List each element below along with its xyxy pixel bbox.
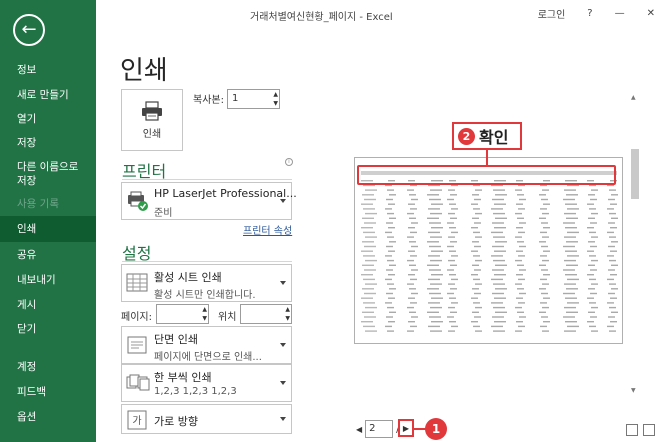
backstage-sidebar: ← 정보 새로 만들기 열기 저장 다른 이름으로 저장 사용 기록 인쇄 공유… [0, 0, 96, 442]
scrollbar-thumb[interactable] [631, 149, 639, 199]
callout-confirm: 2 확인 [452, 122, 522, 150]
zoom-to-page-icon[interactable] [643, 424, 655, 436]
current-page-input[interactable]: 2 [365, 420, 394, 438]
sidebar-item-export[interactable]: 내보내기 [0, 273, 96, 287]
pages-from-input[interactable]: ▲ ▼ [156, 304, 209, 324]
sidebar-item-feedback[interactable]: 피드백 [0, 385, 96, 399]
collate-title: 한 부씩 인쇄 [154, 371, 212, 384]
copies-value: 1 [232, 93, 239, 104]
sidebar-item-close[interactable]: 닫기 [0, 322, 96, 336]
print-scope-dropdown[interactable]: 활성 시트 인쇄 활성 시트만 인쇄합니다. [121, 264, 292, 302]
sidebar-item-save[interactable]: 저장 [0, 136, 96, 150]
printer-status-icon [128, 191, 148, 211]
pages-from-spinner-icon[interactable]: ▲ ▼ [202, 305, 207, 323]
help-icon[interactable]: ? [587, 8, 592, 19]
window-title: 거래처별여신현황_페이지 - Excel [250, 12, 393, 23]
chevron-down-icon [280, 381, 286, 385]
one-sided-icon [127, 336, 147, 354]
header-highlight-box [357, 165, 616, 185]
back-arrow-icon[interactable]: ← [13, 14, 45, 46]
step-2-badge: 2 [458, 127, 475, 145]
callout-text: 확인 [479, 128, 509, 147]
sidebar-item-save-as[interactable]: 다른 이름으로 저장 [0, 160, 90, 188]
titlebar-controls: 로그인 ? — ✕ [538, 6, 655, 21]
sides-title: 단면 인쇄 [154, 333, 198, 346]
divider [122, 261, 292, 262]
preview-page [354, 157, 623, 344]
info-icon[interactable]: i [285, 158, 293, 166]
divider [122, 179, 292, 180]
chevron-down-icon [280, 281, 286, 285]
print-button[interactable]: 인쇄 [121, 89, 183, 151]
sidebar-item-info[interactable]: 정보 [0, 63, 96, 77]
sidebar-item-new[interactable]: 새로 만들기 [0, 88, 96, 102]
pages-to-input[interactable]: ▲ ▼ [240, 304, 292, 324]
show-margins-icon[interactable] [626, 424, 638, 436]
printer-icon [141, 100, 163, 121]
chevron-down-icon [280, 417, 286, 421]
orientation-dropdown[interactable]: 가 가로 방향 [121, 404, 292, 434]
sidebar-item-publish[interactable]: 게시 [0, 298, 96, 312]
preview-scrollbar[interactable]: ▲ ▼ [630, 94, 640, 394]
printer-status: 준비 [154, 208, 173, 219]
collate-dropdown[interactable]: 한 부씩 인쇄 1,2,3 1,2,3 1,2,3 [121, 364, 292, 402]
prev-page-icon[interactable]: ◀ [356, 425, 362, 434]
callout-connector [486, 148, 488, 166]
sidebar-item-share[interactable]: 공유 [0, 248, 96, 262]
pages-label: 페이지: [121, 312, 152, 323]
sides-dropdown[interactable]: 단면 인쇄 페이지에 단면으로 인쇄... [121, 326, 292, 364]
sidebar-item-options[interactable]: 옵션 [0, 410, 96, 424]
printer-properties-link[interactable]: 프린터 속성 [243, 222, 292, 237]
copies-input[interactable]: 1 ▲ ▼ [227, 89, 280, 109]
view-controls [626, 424, 655, 436]
signin-link[interactable]: 로그인 [538, 6, 566, 21]
minimize-icon[interactable]: — [615, 8, 625, 19]
preview-sheet-content [361, 171, 618, 332]
next-page-icon[interactable]: ▶ [398, 419, 414, 437]
svg-text:가: 가 [132, 415, 141, 427]
landscape-icon: 가 [127, 410, 147, 430]
sides-subtitle: 페이지에 단면으로 인쇄... [154, 352, 262, 363]
scroll-up-icon[interactable]: ▲ [631, 94, 636, 101]
pages-to-label: 위치 [218, 312, 237, 323]
sidebar-item-account[interactable]: 계정 [0, 360, 96, 374]
print-scope-subtitle: 활성 시트만 인쇄합니다. [154, 290, 256, 301]
close-icon[interactable]: ✕ [647, 8, 655, 19]
copies-label: 복사본: [193, 95, 224, 106]
scroll-down-icon[interactable]: ▼ [631, 387, 636, 394]
printer-name: HP LaserJet Professional... [154, 187, 297, 200]
sidebar-item-print[interactable]: 인쇄 [0, 216, 96, 242]
collate-icon [126, 374, 150, 391]
sidebar-item-history: 사용 기록 [17, 198, 59, 210]
page-title: 인쇄 [120, 56, 168, 86]
printer-dropdown[interactable]: HP LaserJet Professional... 준비 [121, 182, 297, 220]
sidebar-item-open[interactable]: 열기 [0, 112, 96, 126]
collate-subtitle: 1,2,3 1,2,3 1,2,3 [154, 386, 237, 397]
chevron-down-icon [280, 199, 286, 203]
chevron-down-icon [280, 343, 286, 347]
orientation-title: 가로 방향 [154, 415, 198, 428]
print-button-label: 인쇄 [142, 128, 162, 140]
sheet-grid-icon [126, 273, 148, 292]
copies-spinner-icon[interactable]: ▲ ▼ [273, 90, 278, 108]
print-scope-title: 활성 시트 인쇄 [154, 271, 222, 284]
pages-to-spinner-icon[interactable]: ▲ ▼ [285, 305, 290, 323]
step-1-badge: 1 [425, 418, 447, 440]
